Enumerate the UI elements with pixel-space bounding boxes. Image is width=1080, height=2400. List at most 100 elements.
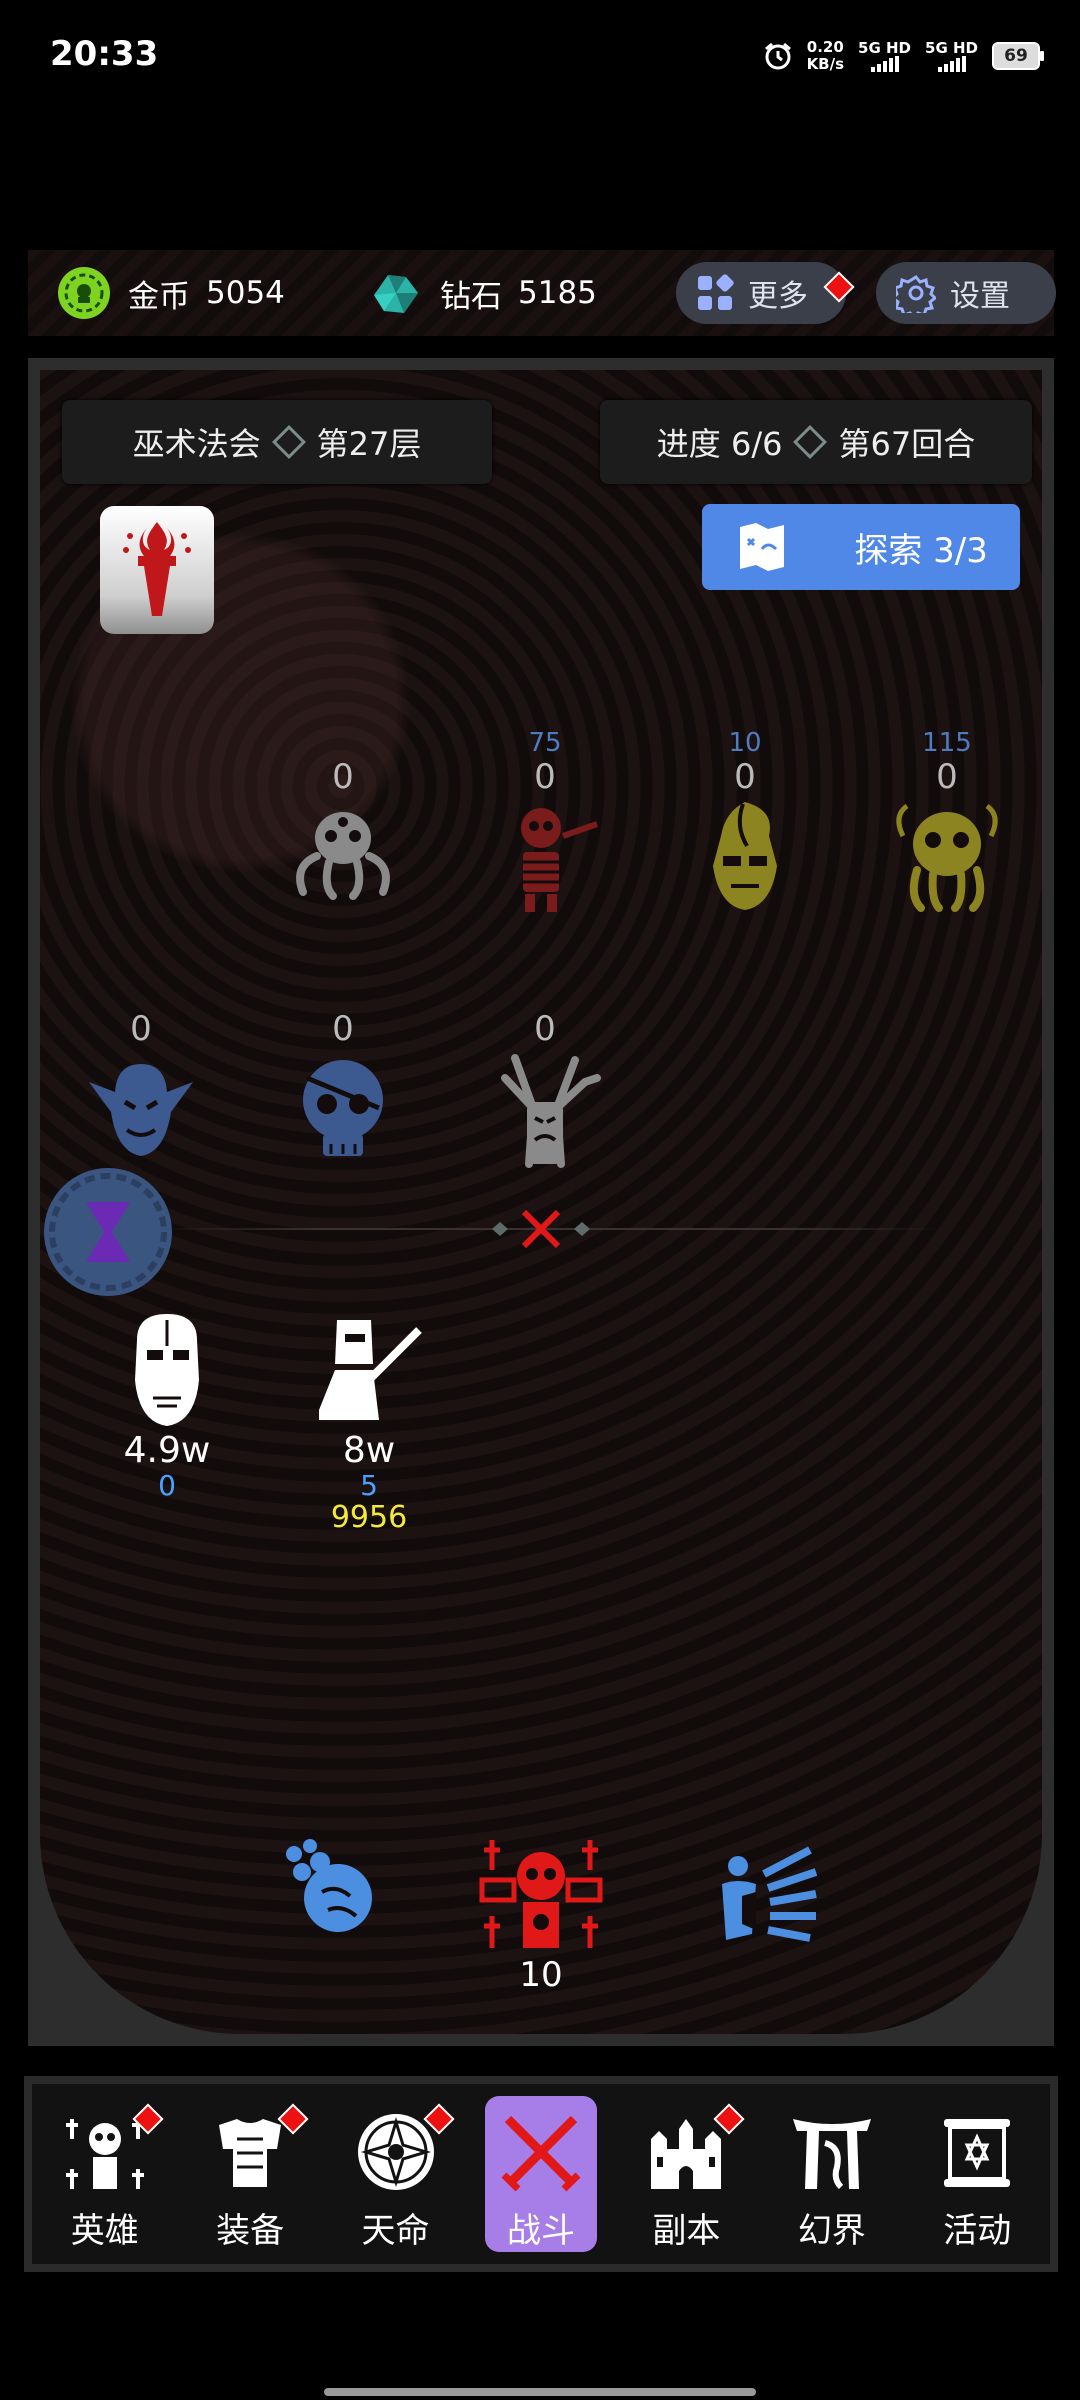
hero-energy: 5 (360, 1469, 378, 1502)
nav-battle[interactable]: 战斗 (484, 2096, 597, 2252)
gear-icon (896, 275, 936, 313)
signal-bars-icon (937, 56, 966, 72)
signal-bars-icon (870, 56, 899, 72)
shield-bash-skill-icon[interactable] (712, 1844, 822, 1954)
evil-tree-icon (501, 1054, 601, 1168)
crossed-swords-icon (492, 1209, 590, 1249)
net-speed-value: 0.20 (806, 38, 844, 56)
nav-dungeon[interactable]: 副本 (630, 2096, 745, 2252)
cthulhu-icon (896, 803, 998, 912)
gold-counter: 金币 5054 (56, 264, 285, 322)
enemy-top-label (268, 728, 418, 758)
vampire-icon (89, 1064, 193, 1156)
hero-knight[interactable]: 8w 5 9956 (294, 1310, 444, 1535)
gold-value: 5054 (206, 275, 285, 311)
enemy-pirate-skull[interactable]: 0 (268, 1010, 418, 1168)
nav-heroes[interactable]: 英雄 (49, 2096, 164, 2252)
resource-bar: 金币 5054 钻石 5185 更多 设置 (28, 250, 1056, 336)
enemy-top-label: 115 (922, 728, 972, 758)
alarm-clock-icon (764, 42, 791, 70)
battery-indicator: 69 (992, 42, 1044, 70)
hourglass-buff-icon[interactable] (42, 1166, 174, 1298)
skeleton-warrior-icon (521, 808, 598, 912)
enemy-value: 0 (534, 757, 556, 797)
signal-sim2: 5G HD (925, 40, 978, 72)
nav-destiny[interactable]: 天命 (340, 2096, 455, 2252)
explore-button[interactable]: 探索 3/3 (702, 504, 1020, 590)
cyborg-face-icon (135, 1314, 199, 1426)
floor-info: 巫术法会 第27层 (62, 400, 492, 484)
enemy-value: 0 (130, 1009, 152, 1049)
floor-number: 第27层 (316, 425, 422, 463)
enemy-value: 0 (534, 1009, 556, 1049)
enemy-cthulhu[interactable]: 115 0 (872, 728, 1022, 916)
enemy-vampire[interactable]: 0 (66, 1010, 216, 1168)
fireball-skill-icon[interactable] (276, 1832, 386, 1942)
nav-phantom-realm[interactable]: 幻界 (776, 2096, 888, 2252)
network-speed: 0.20 KB/s (807, 39, 844, 73)
nav-label: 幻界 (797, 2211, 866, 2251)
enemy-value: 0 (332, 757, 354, 797)
settings-button[interactable]: 设置 (876, 262, 1056, 324)
scroll-star-icon (944, 2119, 1011, 2187)
hero-cyborg[interactable]: 4.9w 0 (92, 1310, 242, 1501)
pirate-skull-icon (303, 1060, 383, 1156)
diamond-label: 钻石 (440, 278, 502, 315)
apps-grid-icon (698, 274, 734, 310)
progress-info: 进度 6/6 第67回合 (600, 400, 1032, 484)
diamond-gem-icon (374, 275, 418, 313)
nav-events[interactable]: 活动 (921, 2096, 1033, 2252)
enemy-tribal-mask[interactable]: 10 0 (670, 728, 820, 916)
signal-sim1: 5G HD (858, 40, 911, 72)
nav-label: 英雄 (70, 2211, 139, 2251)
sim2-label: 5G HD (925, 39, 978, 57)
treasure-map-icon (740, 523, 785, 571)
enemy-skeleton-warrior[interactable]: 75 0 (470, 728, 620, 916)
gold-coin-icon (58, 267, 110, 319)
separator-diamond-icon (271, 425, 306, 459)
tribal-mask-icon (713, 802, 777, 910)
nav-label: 装备 (216, 2211, 285, 2251)
sim1-label: 5G HD (858, 39, 912, 57)
clock: 20:33 (50, 34, 159, 74)
death-totem-icon (479, 1840, 603, 1948)
nav-label: 副本 (652, 2211, 721, 2251)
enemy-octopus[interactable]: 0 (268, 728, 418, 916)
enemy-evil-tree[interactable]: 0 (470, 1010, 620, 1168)
torch-buff-card[interactable] (100, 506, 214, 634)
stage-progress: 进度 6/6 (656, 425, 783, 463)
net-speed-unit: KB/s (806, 55, 845, 73)
nav-equipment[interactable]: 装备 (194, 2096, 309, 2252)
separator-diamond-icon (793, 425, 828, 459)
hero-power: 8w (342, 1430, 396, 1471)
hero-energy: 0 (158, 1469, 176, 1502)
torii-gate-icon (792, 2119, 871, 2190)
home-indicator[interactable] (324, 2388, 756, 2396)
more-button[interactable]: 更多 (676, 262, 855, 324)
enemy-value: 0 (936, 757, 958, 797)
explore-label: 探索 3/3 (854, 530, 988, 571)
enemy-top-label: 10 (728, 728, 762, 758)
round-number: 第67回合 (838, 425, 976, 463)
crossed-swords-icon (501, 2115, 581, 2192)
nav-bar: 英雄 装备 天命 战斗 副本 幻界 活动 (32, 2084, 1050, 2264)
dungeon-name: 巫术法会 (132, 425, 261, 463)
enemy-value: 0 (332, 1009, 354, 1049)
notification-dot (823, 271, 855, 303)
more-label: 更多 (748, 279, 808, 314)
settings-label: 设置 (950, 279, 1010, 314)
nav-label: 活动 (943, 2211, 1012, 2251)
death-totem-skill[interactable]: 10 (466, 1826, 616, 1994)
torch-icon (123, 522, 191, 616)
nav-label: 天命 (361, 2211, 430, 2251)
enemy-top-label: 75 (528, 728, 562, 758)
knight-icon (319, 1320, 422, 1420)
status-icons: 0.20 KB/s 5G HD 5G HD 69 (763, 36, 1044, 76)
nav-label: 战斗 (506, 2211, 575, 2251)
battle-field: 巫术法会 第27层 进度 6/6 第67回合 探索 3/3 0 75 0 10 … (40, 370, 1042, 2034)
diamond-counter: 钻石 5185 (368, 264, 597, 322)
hero-power: 4.9w (123, 1430, 211, 1471)
bottom-navigation: 英雄 装备 天命 战斗 副本 幻界 活动 (24, 2076, 1058, 2272)
hero-shield: 9956 (330, 1500, 408, 1535)
diamond-value: 5185 (518, 275, 597, 311)
